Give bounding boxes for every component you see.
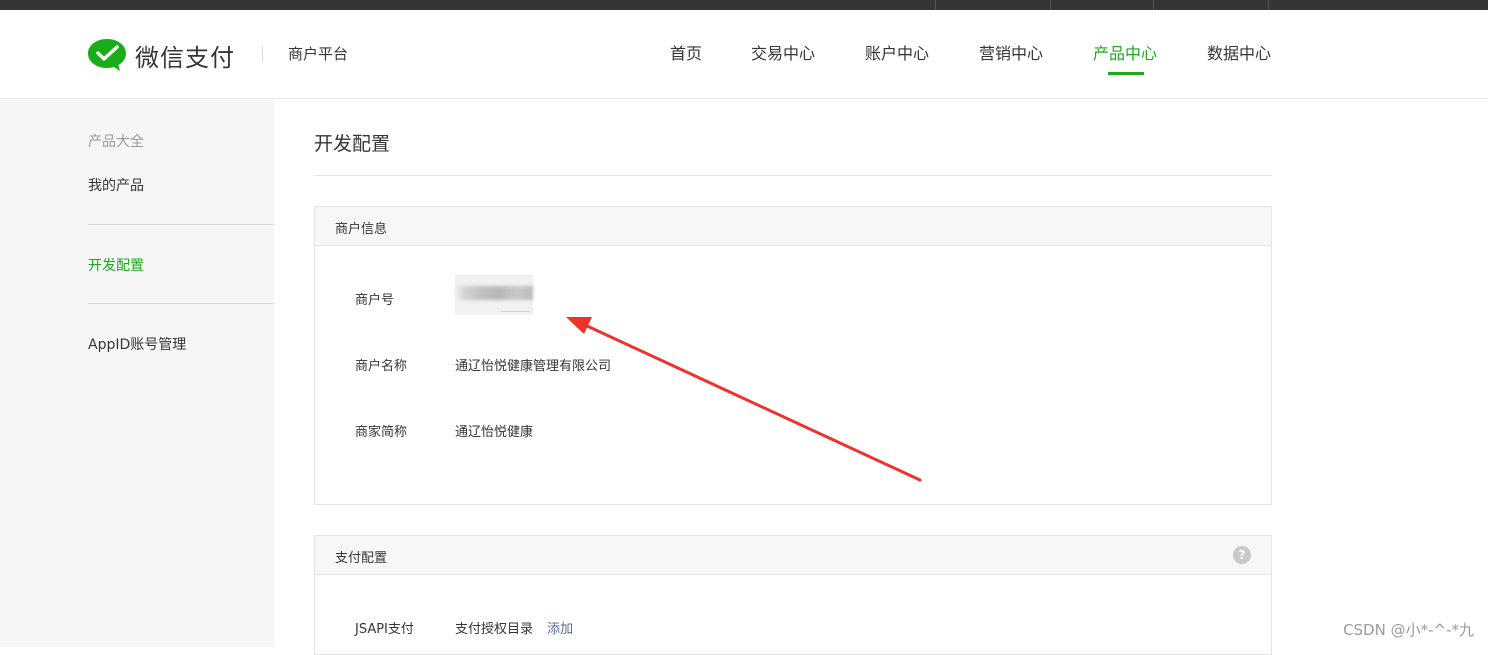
panel-header: 支付配置 ?	[315, 536, 1271, 575]
question-icon[interactable]: ?	[1233, 546, 1251, 564]
sidebar-item-dev-config[interactable]: 开发配置	[88, 255, 144, 275]
panel-header: 商户信息	[315, 207, 1271, 246]
top-strip-divider	[1050, 0, 1051, 10]
merchant-info-panel: 商户信息 商户号 商户名称 通辽怡悦健康管理有限公司 商家简称 通辽怡悦健康	[314, 206, 1272, 505]
sidebar-divider	[88, 303, 274, 304]
merchant-name-label: 商户名称	[355, 359, 408, 374]
top-strip-divider	[1268, 0, 1269, 10]
brand-name: 微信支付	[135, 43, 235, 72]
sidebar-heading-all-products: 产品大全	[88, 134, 144, 150]
header: 微信支付 商户平台 首页 交易中心 账户中心 营销中心 产品中心 数据中心	[0, 10, 1488, 99]
jsapi-pay-label: JSAPI支付	[355, 622, 414, 637]
nav-item-marketing[interactable]: 营销中心	[979, 40, 1043, 64]
merchant-short-name-label: 商家简称	[355, 425, 408, 440]
nav-active-indicator	[1108, 72, 1144, 75]
auth-directory-label: 支付授权目录	[455, 622, 534, 637]
platform-name: 商户平台	[288, 45, 349, 63]
watermark: CSDN @小*-^-*九	[1343, 621, 1474, 639]
add-auth-directory-link[interactable]: 添加	[547, 622, 573, 637]
brand-logo[interactable]: 微信支付	[87, 37, 235, 73]
brand-divider	[262, 46, 263, 62]
redaction-blur	[501, 311, 529, 312]
jsapi-pay-value: 支付授权目录 添加	[455, 618, 573, 637]
nav-item-products[interactable]: 产品中心	[1093, 40, 1157, 64]
merchant-name-value: 通辽怡悦健康管理有限公司	[455, 359, 612, 374]
panel-title: 支付配置	[335, 551, 388, 566]
nav-item-transactions[interactable]: 交易中心	[751, 40, 815, 64]
nav-item-account[interactable]: 账户中心	[865, 40, 929, 64]
sidebar: 产品大全 我的产品 开发配置 AppID账号管理	[0, 100, 274, 647]
redaction-blur	[455, 286, 533, 300]
sidebar-item-my-products[interactable]: 我的产品	[88, 175, 144, 195]
merchant-id-label: 商户号	[355, 293, 395, 308]
nav-item-data[interactable]: 数据中心	[1207, 40, 1271, 64]
top-strip-divider	[935, 0, 936, 10]
merchant-id-value-redacted	[455, 275, 533, 315]
title-divider	[314, 175, 1272, 176]
top-strip-divider	[1153, 0, 1154, 10]
page-title: 开发配置	[314, 133, 391, 155]
wechat-pay-icon	[88, 39, 126, 71]
payment-config-panel: 支付配置 ? JSAPI支付 支付授权目录 添加	[314, 535, 1272, 655]
nav-item-home[interactable]: 首页	[670, 40, 702, 64]
sidebar-item-appid-management[interactable]: AppID账号管理	[88, 334, 186, 354]
merchant-short-name-value: 通辽怡悦健康	[455, 425, 534, 440]
sidebar-divider	[88, 224, 274, 225]
top-strip	[0, 0, 1488, 10]
panel-title: 商户信息	[335, 222, 388, 237]
